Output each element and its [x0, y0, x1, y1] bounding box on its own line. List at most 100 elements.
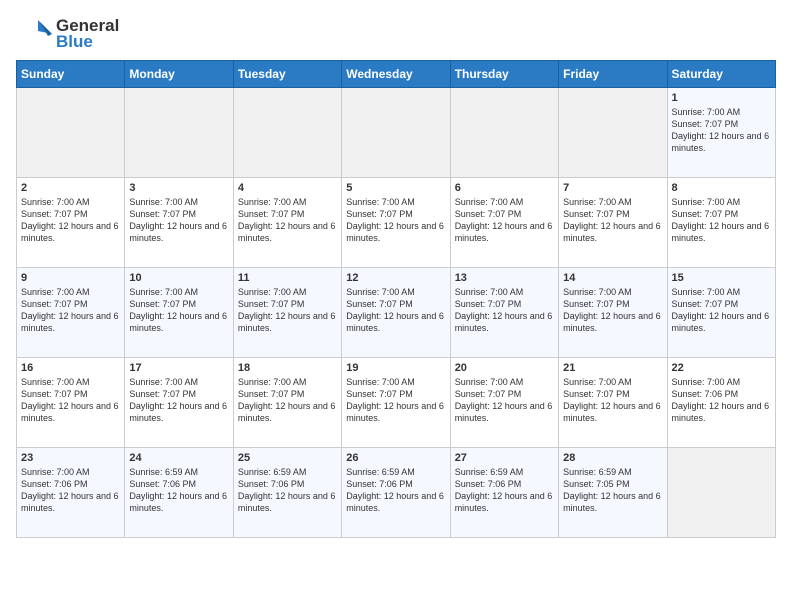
logo-svg	[16, 16, 52, 52]
calendar-cell: 2 Sunrise: 7:00 AMSunset: 7:07 PMDaylight…	[17, 178, 125, 268]
day-info: Sunrise: 7:00 AMSunset: 7:07 PMDaylight:…	[21, 196, 120, 245]
day-number: 10	[129, 272, 228, 284]
calendar-cell: 6 Sunrise: 7:00 AMSunset: 7:07 PMDaylight…	[450, 178, 558, 268]
weekday-header-monday: Monday	[125, 61, 233, 88]
calendar-cell: 4 Sunrise: 7:00 AMSunset: 7:07 PMDaylight…	[233, 178, 341, 268]
weekday-header-thursday: Thursday	[450, 61, 558, 88]
calendar-cell: 11 Sunrise: 7:00 AMSunset: 7:07 PMDayligh…	[233, 268, 341, 358]
day-info: Sunrise: 7:00 AMSunset: 7:07 PMDaylight:…	[672, 196, 771, 245]
calendar-cell: 7 Sunrise: 7:00 AMSunset: 7:07 PMDaylight…	[559, 178, 667, 268]
day-number: 9	[21, 272, 120, 284]
day-info: Sunrise: 6:59 AMSunset: 7:06 PMDaylight:…	[346, 466, 445, 515]
day-number: 7	[563, 182, 662, 194]
day-info: Sunrise: 6:59 AMSunset: 7:06 PMDaylight:…	[238, 466, 337, 515]
day-number: 14	[563, 272, 662, 284]
day-number: 24	[129, 452, 228, 464]
day-number: 2	[21, 182, 120, 194]
day-number: 18	[238, 362, 337, 374]
calendar-week-2: 2 Sunrise: 7:00 AMSunset: 7:07 PMDaylight…	[17, 178, 776, 268]
calendar-cell	[342, 88, 450, 178]
day-number: 11	[238, 272, 337, 284]
day-number: 3	[129, 182, 228, 194]
calendar-cell: 1 Sunrise: 7:00 AMSunset: 7:07 PMDaylight…	[667, 88, 775, 178]
calendar-cell: 14 Sunrise: 7:00 AMSunset: 7:07 PMDayligh…	[559, 268, 667, 358]
calendar-table: SundayMondayTuesdayWednesdayThursdayFrid…	[16, 60, 776, 538]
calendar-cell: 16 Sunrise: 7:00 AMSunset: 7:07 PMDayligh…	[17, 358, 125, 448]
calendar-cell: 21 Sunrise: 7:00 AMSunset: 7:07 PMDayligh…	[559, 358, 667, 448]
day-info: Sunrise: 7:00 AMSunset: 7:06 PMDaylight:…	[672, 376, 771, 425]
day-number: 26	[346, 452, 445, 464]
calendar-cell: 12 Sunrise: 7:00 AMSunset: 7:07 PMDayligh…	[342, 268, 450, 358]
day-number: 20	[455, 362, 554, 374]
calendar-cell: 24Sunrise: 6:59 AMSunset: 7:06 PMDayligh…	[125, 448, 233, 538]
calendar-cell: 27 Sunrise: 6:59 AMSunset: 7:06 PMDayligh…	[450, 448, 558, 538]
day-info: Sunrise: 7:00 AMSunset: 7:07 PMDaylight:…	[563, 376, 662, 425]
day-number: 15	[672, 272, 771, 284]
calendar-cell: 19 Sunrise: 7:00 AMSunset: 7:07 PMDayligh…	[342, 358, 450, 448]
calendar-cell: 17 Sunrise: 7:00 AMSunset: 7:07 PMDayligh…	[125, 358, 233, 448]
day-info: Sunrise: 7:00 AMSunset: 7:07 PMDaylight:…	[238, 376, 337, 425]
calendar-cell	[559, 88, 667, 178]
day-info: Sunrise: 7:00 AMSunset: 7:07 PMDaylight:…	[455, 376, 554, 425]
page-header: General Blue	[16, 16, 776, 52]
calendar-cell	[667, 448, 775, 538]
day-info: Sunrise: 7:00 AMSunset: 7:07 PMDaylight:…	[21, 376, 120, 425]
day-number: 23	[21, 452, 120, 464]
calendar-cell	[125, 88, 233, 178]
weekday-header-friday: Friday	[559, 61, 667, 88]
day-info: Sunrise: 7:00 AMSunset: 7:07 PMDaylight:…	[129, 196, 228, 245]
day-number: 4	[238, 182, 337, 194]
calendar-cell: 23 Sunrise: 7:00 AMSunset: 7:06 PMDayligh…	[17, 448, 125, 538]
day-info: Sunrise: 7:00 AMSunset: 7:07 PMDaylight:…	[129, 286, 228, 335]
day-info: Sunrise: 7:00 AMSunset: 7:07 PMDaylight:…	[455, 196, 554, 245]
day-number: 17	[129, 362, 228, 374]
day-number: 19	[346, 362, 445, 374]
day-number: 22	[672, 362, 771, 374]
calendar-cell: 25 Sunrise: 6:59 AMSunset: 7:06 PMDayligh…	[233, 448, 341, 538]
day-info: Sunrise: 7:00 AMSunset: 7:07 PMDaylight:…	[346, 376, 445, 425]
calendar-week-3: 9 Sunrise: 7:00 AMSunset: 7:07 PMDaylight…	[17, 268, 776, 358]
day-number: 25	[238, 452, 337, 464]
weekday-header-saturday: Saturday	[667, 61, 775, 88]
calendar-cell: 5 Sunrise: 7:00 AMSunset: 7:07 PMDaylight…	[342, 178, 450, 268]
day-info: Sunrise: 6:59 AMSunset: 7:05 PMDaylight:…	[563, 466, 662, 515]
calendar-cell: 8Sunrise: 7:00 AMSunset: 7:07 PMDaylight…	[667, 178, 775, 268]
day-number: 27	[455, 452, 554, 464]
day-number: 1	[672, 92, 771, 104]
calendar-cell	[17, 88, 125, 178]
day-number: 5	[346, 182, 445, 194]
day-info: Sunrise: 7:00 AMSunset: 7:07 PMDaylight:…	[346, 286, 445, 335]
weekday-header-tuesday: Tuesday	[233, 61, 341, 88]
day-info: Sunrise: 7:00 AMSunset: 7:07 PMDaylight:…	[563, 286, 662, 335]
day-info: Sunrise: 7:00 AMSunset: 7:06 PMDaylight:…	[21, 466, 120, 515]
calendar-cell	[450, 88, 558, 178]
calendar-cell: 13Sunrise: 7:00 AMSunset: 7:07 PMDayligh…	[450, 268, 558, 358]
weekday-header-sunday: Sunday	[17, 61, 125, 88]
day-number: 6	[455, 182, 554, 194]
calendar-cell: 15Sunrise: 7:00 AMSunset: 7:07 PMDayligh…	[667, 268, 775, 358]
day-number: 28	[563, 452, 662, 464]
calendar-cell: 3 Sunrise: 7:00 AMSunset: 7:07 PMDaylight…	[125, 178, 233, 268]
day-info: Sunrise: 7:00 AMSunset: 7:07 PMDaylight:…	[672, 106, 771, 155]
calendar-cell: 10 Sunrise: 7:00 AMSunset: 7:07 PMDayligh…	[125, 268, 233, 358]
calendar-week-5: 23 Sunrise: 7:00 AMSunset: 7:06 PMDayligh…	[17, 448, 776, 538]
calendar-cell: 20 Sunrise: 7:00 AMSunset: 7:07 PMDayligh…	[450, 358, 558, 448]
day-info: Sunrise: 7:00 AMSunset: 7:07 PMDaylight:…	[238, 196, 337, 245]
calendar-cell: 26 Sunrise: 6:59 AMSunset: 7:06 PMDayligh…	[342, 448, 450, 538]
day-info: Sunrise: 7:00 AMSunset: 7:07 PMDaylight:…	[563, 196, 662, 245]
logo: General Blue	[16, 16, 119, 52]
calendar-week-4: 16 Sunrise: 7:00 AMSunset: 7:07 PMDayligh…	[17, 358, 776, 448]
day-info: Sunrise: 7:00 AMSunset: 7:07 PMDaylight:…	[129, 376, 228, 425]
calendar-cell: 9Sunrise: 7:00 AMSunset: 7:07 PMDaylight…	[17, 268, 125, 358]
calendar-cell	[233, 88, 341, 178]
day-number: 21	[563, 362, 662, 374]
weekday-header-wednesday: Wednesday	[342, 61, 450, 88]
weekday-header-row: SundayMondayTuesdayWednesdayThursdayFrid…	[17, 61, 776, 88]
day-number: 16	[21, 362, 120, 374]
day-info: Sunrise: 7:00 AMSunset: 7:07 PMDaylight:…	[346, 196, 445, 245]
day-info: Sunrise: 6:59 AMSunset: 7:06 PMDaylight:…	[455, 466, 554, 515]
day-number: 12	[346, 272, 445, 284]
day-number: 13	[455, 272, 554, 284]
day-info: Sunrise: 7:00 AMSunset: 7:07 PMDaylight:…	[238, 286, 337, 335]
calendar-week-1: 1 Sunrise: 7:00 AMSunset: 7:07 PMDaylight…	[17, 88, 776, 178]
